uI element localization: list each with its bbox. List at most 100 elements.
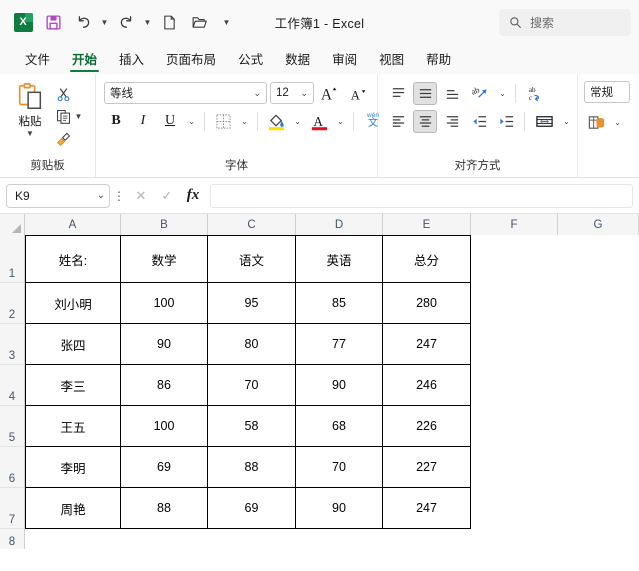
align-middle-button[interactable]: [413, 81, 437, 105]
cut-button[interactable]: [54, 83, 86, 105]
cell-b8[interactable]: [121, 529, 208, 549]
column-header-c[interactable]: C: [208, 214, 296, 235]
copy-dropdown-caret[interactable]: ▼: [72, 106, 85, 126]
tab-view[interactable]: 视图: [368, 46, 415, 74]
cell-g6[interactable]: [558, 447, 639, 488]
cell-c3[interactable]: 80: [208, 324, 296, 365]
cell-d2[interactable]: 85: [296, 283, 383, 324]
cell-g8[interactable]: [558, 529, 639, 549]
fill-color-dropdown-caret[interactable]: ⌄: [291, 110, 304, 133]
cell-a5[interactable]: 王五: [25, 406, 121, 447]
cell-b6[interactable]: 69: [121, 447, 208, 488]
tab-data[interactable]: 数据: [274, 46, 321, 74]
borders-dropdown-caret[interactable]: ⌄: [238, 110, 251, 133]
decrease-indent-button[interactable]: [467, 110, 491, 133]
align-right-button[interactable]: [440, 110, 464, 133]
wrap-text-button[interactable]: ab c: [522, 82, 548, 105]
cell-a7[interactable]: 周艳: [25, 488, 121, 529]
paste-dropdown-caret[interactable]: ▼: [26, 129, 34, 138]
cell-a4[interactable]: 李三: [25, 365, 121, 406]
insert-function-button[interactable]: fx: [180, 184, 206, 208]
cell-c7[interactable]: 69: [208, 488, 296, 529]
customize-qat-caret[interactable]: ▼: [220, 8, 233, 38]
borders-button[interactable]: [211, 110, 235, 133]
align-left-button[interactable]: [386, 110, 410, 133]
align-bottom-button[interactable]: [440, 82, 464, 105]
font-size-caret[interactable]: ⌄: [298, 88, 310, 99]
cell-b1[interactable]: 数学: [121, 235, 208, 283]
cell-d6[interactable]: 70: [296, 447, 383, 488]
merge-center-dropdown-caret[interactable]: ⌄: [560, 110, 573, 133]
number-format-style-button[interactable]: [584, 111, 608, 134]
tab-home[interactable]: 开始: [61, 46, 108, 74]
cell-g3[interactable]: [558, 324, 639, 365]
formula-input[interactable]: [210, 183, 633, 208]
confirm-entry-button[interactable]: ✓: [154, 184, 180, 208]
cell-c6[interactable]: 88: [208, 447, 296, 488]
decrease-font-size-button[interactable]: A: [346, 82, 372, 105]
cell-e3[interactable]: 247: [383, 324, 471, 365]
font-size-combo[interactable]: 12 ⌄: [270, 82, 314, 104]
formula-bar-grip[interactable]: ⋮: [110, 184, 128, 208]
cell-b7[interactable]: 88: [121, 488, 208, 529]
row-header-6[interactable]: 6: [0, 447, 25, 488]
cell-b2[interactable]: 100: [121, 283, 208, 324]
cell-d3[interactable]: 77: [296, 324, 383, 365]
select-all-corner[interactable]: [0, 214, 25, 235]
underline-button[interactable]: U: [158, 110, 182, 133]
align-top-button[interactable]: [386, 82, 410, 105]
cell-f3[interactable]: [471, 324, 558, 365]
cell-e8[interactable]: [383, 529, 471, 549]
cell-c1[interactable]: 语文: [208, 235, 296, 283]
cell-c2[interactable]: 95: [208, 283, 296, 324]
column-header-e[interactable]: E: [383, 214, 471, 235]
column-header-a[interactable]: A: [25, 214, 121, 235]
column-header-d[interactable]: D: [296, 214, 383, 235]
cell-d1[interactable]: 英语: [296, 235, 383, 283]
cell-d7[interactable]: 90: [296, 488, 383, 529]
search-input[interactable]: 搜索: [499, 9, 631, 36]
cell-a2[interactable]: 刘小明: [25, 283, 121, 324]
font-color-button[interactable]: A: [307, 110, 331, 133]
tab-review[interactable]: 审阅: [321, 46, 368, 74]
cell-f7[interactable]: [471, 488, 558, 529]
redo-dropdown-caret[interactable]: ▼: [141, 8, 154, 38]
number-format-combo[interactable]: 常规: [584, 81, 630, 103]
cell-e7[interactable]: 247: [383, 488, 471, 529]
underline-dropdown-caret[interactable]: ⌄: [185, 110, 198, 133]
row-header-1[interactable]: 1: [0, 235, 25, 283]
cell-g4[interactable]: [558, 365, 639, 406]
cell-f8[interactable]: [471, 529, 558, 549]
increase-indent-button[interactable]: [494, 110, 518, 133]
cell-d8[interactable]: [296, 529, 383, 549]
row-header-7[interactable]: 7: [0, 488, 25, 529]
cell-e6[interactable]: 227: [383, 447, 471, 488]
cell-c5[interactable]: 58: [208, 406, 296, 447]
font-color-dropdown-caret[interactable]: ⌄: [334, 110, 347, 133]
column-header-b[interactable]: B: [121, 214, 208, 235]
cell-e4[interactable]: 246: [383, 365, 471, 406]
save-button[interactable]: [38, 8, 68, 38]
align-center-button[interactable]: [413, 109, 437, 133]
cell-f6[interactable]: [471, 447, 558, 488]
tab-file[interactable]: 文件: [14, 46, 61, 74]
new-file-button[interactable]: [154, 8, 184, 38]
cell-c8[interactable]: [208, 529, 296, 549]
cancel-entry-button[interactable]: ✕: [128, 184, 154, 208]
cell-f1[interactable]: [471, 235, 558, 283]
paste-button[interactable]: 粘贴 ▼: [8, 80, 52, 138]
orientation-dropdown-caret[interactable]: ⌄: [496, 82, 509, 105]
cell-b5[interactable]: 100: [121, 406, 208, 447]
cell-e5[interactable]: 226: [383, 406, 471, 447]
redo-button[interactable]: [111, 8, 141, 38]
row-header-8[interactable]: 8: [0, 529, 25, 549]
row-header-2[interactable]: 2: [0, 283, 25, 324]
italic-button[interactable]: I: [131, 110, 155, 133]
name-box[interactable]: K9 ⌄: [6, 183, 110, 208]
merge-center-button[interactable]: [531, 110, 557, 133]
row-header-4[interactable]: 4: [0, 365, 25, 406]
tab-help[interactable]: 帮助: [415, 46, 462, 74]
cell-b4[interactable]: 86: [121, 365, 208, 406]
cell-e1[interactable]: 总分: [383, 235, 471, 283]
tab-page-layout[interactable]: 页面布局: [155, 46, 227, 74]
